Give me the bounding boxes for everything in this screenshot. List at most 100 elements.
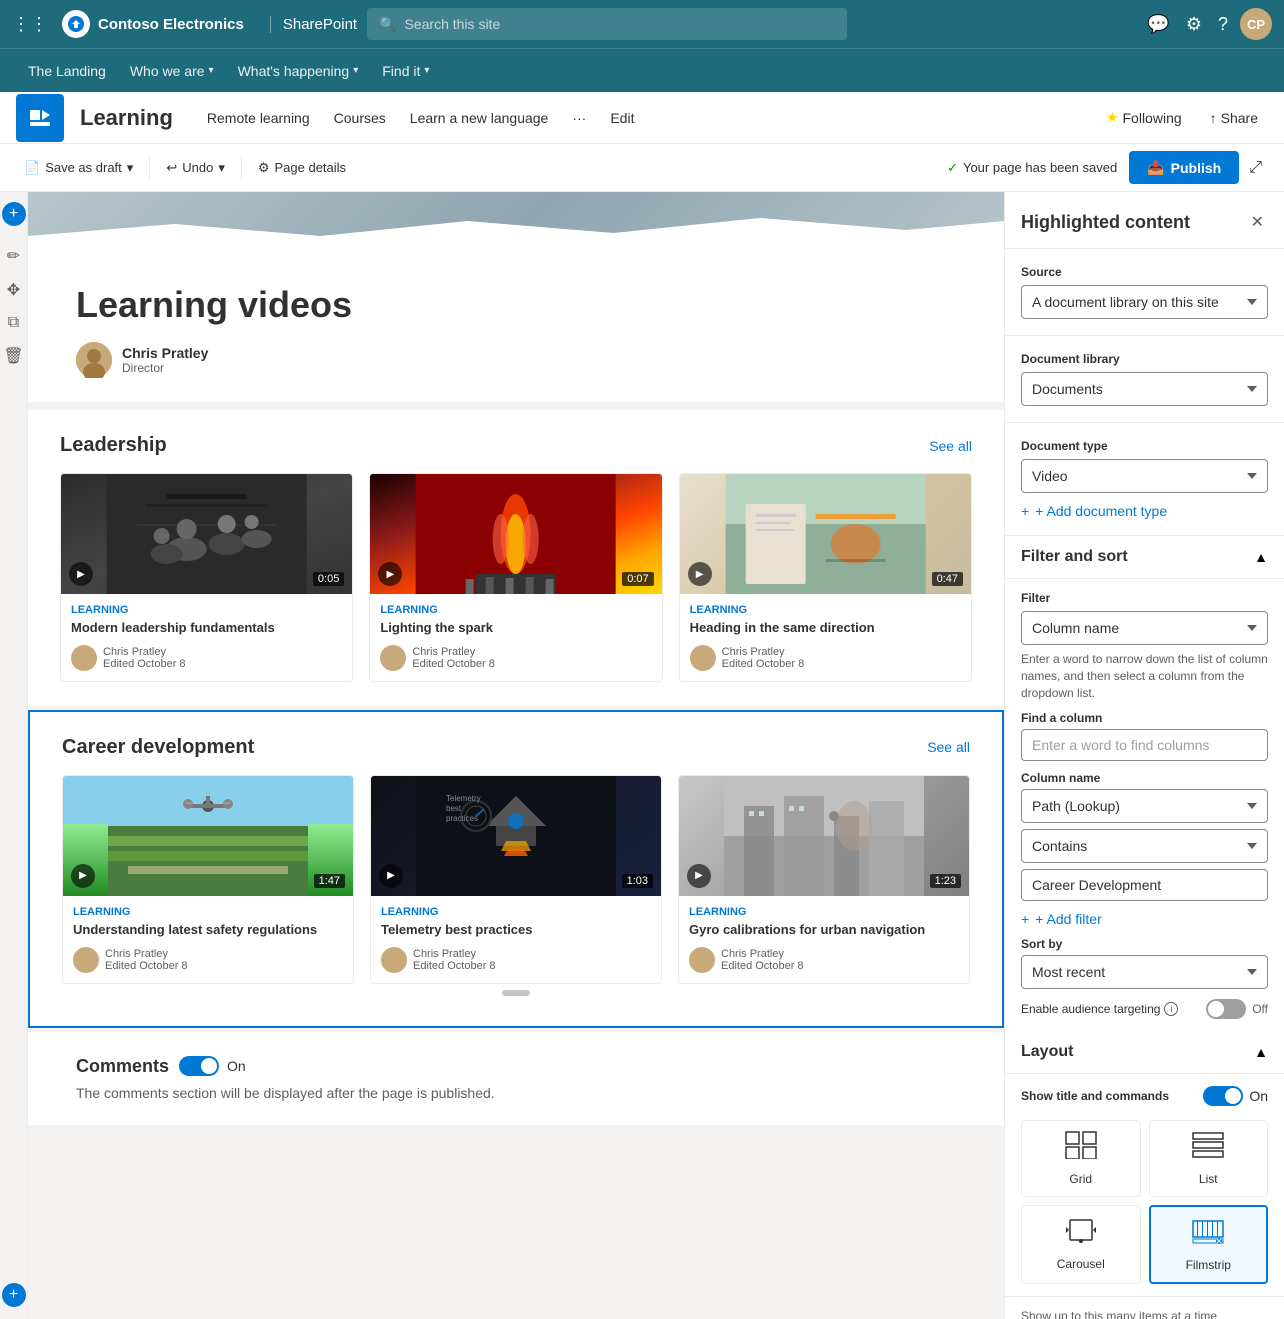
play-btn-5[interactable]: ▶ (379, 864, 403, 888)
audience-toggle-area[interactable]: Off (1206, 999, 1268, 1019)
page-details-button[interactable]: ⚙ Page details (250, 154, 354, 182)
card-author-avatar-3 (690, 645, 716, 671)
filter-column-select[interactable]: Column name (1021, 611, 1268, 645)
undo-button[interactable]: ↩ Undo ▾ (158, 154, 233, 182)
publish-button[interactable]: 📤 Publish (1129, 151, 1239, 184)
source-section: Source A document library on this site (1005, 249, 1284, 336)
sort-by-select[interactable]: Most recent (1021, 955, 1268, 989)
search-box[interactable]: 🔍 (367, 8, 847, 40)
document-type-select[interactable]: Video (1021, 459, 1268, 493)
add-section-top-button[interactable]: + (2, 202, 26, 226)
add-filter-button[interactable]: + + Add filter (1021, 911, 1102, 927)
page-nav-actions: ★ Following ↑ Share (1096, 103, 1268, 132)
source-label: Source (1021, 265, 1268, 279)
author-details: Chris Pratley Director (122, 345, 208, 375)
comments-toggle[interactable] (179, 1056, 219, 1076)
layout-option-grid[interactable]: Grid (1021, 1120, 1141, 1197)
notification-button[interactable]: 💬 (1143, 10, 1173, 39)
play-btn-4[interactable]: ▶ (71, 864, 95, 888)
panel-close-button[interactable]: ✕ (1247, 208, 1268, 236)
toggle-switch-comments[interactable]: On (179, 1056, 246, 1076)
audience-info-icon[interactable]: i (1164, 1002, 1178, 1016)
leadership-see-all[interactable]: See all (929, 438, 972, 454)
page-nav-more[interactable]: ··· (562, 104, 596, 132)
avatar[interactable]: CP (1240, 8, 1272, 40)
card-author-info-4: Chris Pratley Edited October 8 (105, 948, 188, 972)
resize-dot (502, 990, 530, 996)
settings-button[interactable]: ⚙ (1182, 10, 1206, 39)
expand-button[interactable]: ⤢ (1243, 153, 1268, 183)
delete-tool-icon[interactable]: 🗑 (0, 342, 28, 370)
card-author-1: Chris Pratley Edited October 8 (71, 645, 342, 671)
card-author-avatar-2 (380, 645, 406, 671)
card-author-avatar-1 (71, 645, 97, 671)
page-nav-edit[interactable]: Edit (600, 104, 644, 132)
path-lookup-select[interactable]: Path (Lookup) (1021, 789, 1268, 823)
audience-toggle[interactable] (1206, 999, 1246, 1019)
layout-content: Show title and commands On (1005, 1074, 1284, 1296)
career-see-all[interactable]: See all (927, 739, 970, 755)
comments-toggle-label: On (227, 1058, 246, 1074)
comments-section: Comments On The comments section will be… (28, 1032, 1004, 1125)
site-nav-item-who[interactable]: Who we are ▾ (118, 49, 226, 93)
page-nav-remote[interactable]: Remote learning (197, 104, 320, 132)
page-nav-language[interactable]: Learn a new language (400, 104, 559, 132)
play-btn-1[interactable]: ▶ (69, 562, 93, 586)
card-author-5: Chris Pratley Edited October 8 (381, 947, 651, 973)
grid-label: Grid (1069, 1172, 1092, 1186)
sort-by-label: Sort by (1021, 937, 1268, 951)
site-navigation: The Landing Who we are ▾ What's happenin… (0, 48, 1284, 92)
layout-option-list[interactable]: List (1149, 1120, 1269, 1197)
left-panel: + ✏ ✥ ⧉ 🗑 + (0, 192, 28, 1319)
card-title-2: Lighting the spark (380, 620, 651, 637)
play-btn-6[interactable]: ▶ (687, 864, 711, 888)
site-nav-item-happening[interactable]: What's happening ▾ (226, 49, 371, 93)
publish-icon: 📤 (1147, 159, 1164, 176)
following-button[interactable]: ★ Following (1096, 103, 1192, 132)
saved-message: ✓ Your page has been saved (947, 160, 1117, 176)
play-btn-3[interactable]: ▶ (688, 562, 712, 586)
card-title-4: Understanding latest safety regulations (73, 922, 343, 939)
resize-handle[interactable] (62, 984, 970, 1002)
card-career-2: Telemetry best practices ▶ 1:03 Learning… (370, 775, 662, 984)
source-select[interactable]: A document library on this site (1021, 285, 1268, 319)
layout-option-carousel[interactable]: Carousel (1021, 1205, 1141, 1284)
share-button[interactable]: ↑ Share (1200, 104, 1268, 132)
move-tool-icon[interactable]: ✥ (3, 276, 24, 304)
carousel-label: Carousel (1057, 1257, 1105, 1271)
document-library-section: Document library Documents (1005, 336, 1284, 423)
card-author-4: Chris Pratley Edited October 8 (73, 947, 343, 973)
filter-sort-section-header[interactable]: Filter and sort ▲ (1005, 536, 1284, 579)
copy-tool-icon[interactable]: ⧉ (4, 310, 23, 336)
edit-tool-icon[interactable]: ✏ (3, 242, 24, 270)
content-area: Learning videos Chris Pratley Director (28, 192, 1004, 1319)
show-title-toggle[interactable] (1203, 1086, 1243, 1106)
card-leadership-2: ▶ 0:07 Learning Lighting the spark Chris… (369, 473, 662, 682)
card-body-1: Learning Modern leadership fundamentals … (61, 594, 352, 681)
site-nav-item-find[interactable]: Find it ▾ (370, 49, 441, 93)
site-nav-item-landing[interactable]: The Landing (16, 49, 118, 93)
find-column-input[interactable] (1021, 729, 1268, 761)
brand-logo-area[interactable]: Contoso Electronics (62, 10, 244, 38)
save-draft-button[interactable]: 📄 Save as draft ▾ (16, 154, 141, 182)
show-title-toggle-area[interactable]: On (1203, 1086, 1268, 1106)
career-webpart: Career development See all (62, 736, 970, 984)
contains-select[interactable]: Contains (1021, 829, 1268, 863)
layout-option-filmstrip[interactable]: Filmstrip (1149, 1205, 1269, 1284)
document-library-select[interactable]: Documents (1021, 372, 1268, 406)
add-type-label: + Add document type (1035, 503, 1167, 519)
help-button[interactable]: ? (1214, 10, 1232, 39)
list-label: List (1199, 1172, 1218, 1186)
thumb-leadership-3: ▶ 0:47 (680, 474, 971, 594)
page-nav-courses[interactable]: Courses (324, 104, 396, 132)
card-author-avatar-5 (381, 947, 407, 973)
waffle-icon[interactable]: ⋮⋮ (12, 14, 48, 35)
comments-description: The comments section will be displayed a… (76, 1085, 956, 1101)
search-input[interactable] (405, 16, 836, 32)
page-title: Learning (80, 105, 173, 131)
add-section-bottom-button[interactable]: + (2, 1283, 26, 1307)
filter-value-input[interactable] (1021, 869, 1268, 901)
add-document-type-button[interactable]: + + Add document type (1021, 503, 1167, 519)
card-tag-5: Learning (381, 906, 651, 918)
layout-section-header[interactable]: Layout ▲ (1005, 1031, 1284, 1074)
